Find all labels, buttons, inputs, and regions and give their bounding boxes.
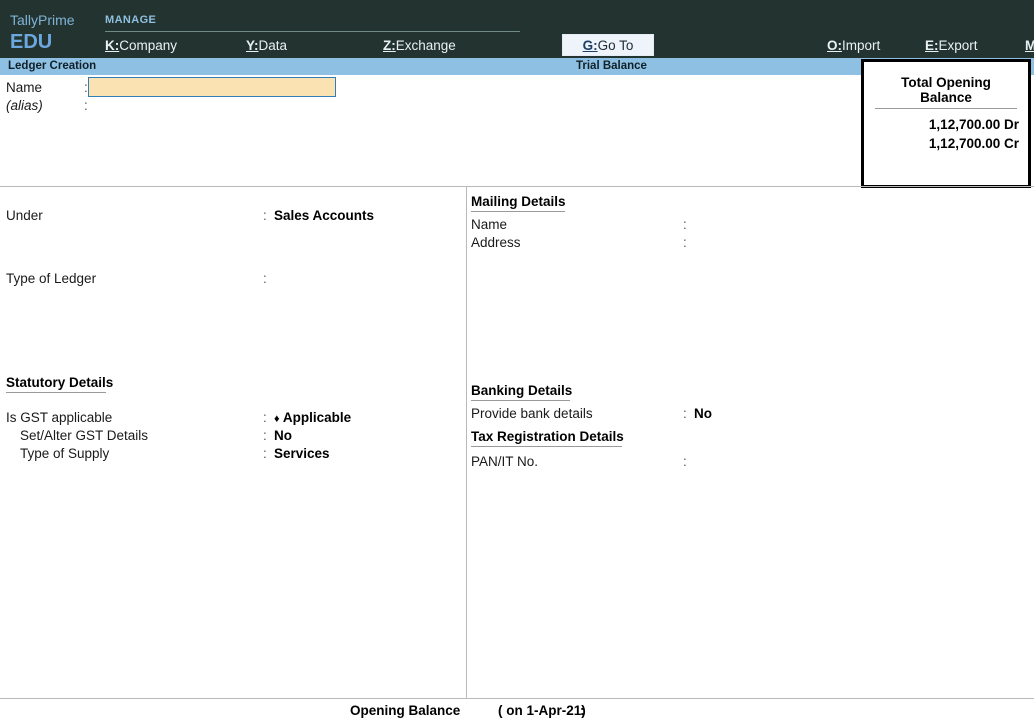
app-branding: TallyPrime EDU (10, 12, 98, 54)
goto-button-label: Go To (597, 37, 634, 53)
goto-shortcut-key-g: G: (582, 37, 598, 53)
set-alter-gst-colon: : (263, 428, 267, 443)
menu-shortcut-key-y: Y: (246, 38, 259, 53)
opening-balance-label: Opening Balance (350, 703, 461, 718)
mailing-name-label: Name (471, 217, 508, 232)
menu-shortcut-key-z: Z: (383, 38, 396, 53)
type-of-supply-label: Type of Supply (20, 446, 110, 461)
is-gst-applicable-value-text: Applicable (282, 410, 352, 425)
total-opening-balance-credit: 1,12,700.00 Cr (928, 136, 1019, 151)
is-gst-applicable-label: Is GST applicable (6, 410, 113, 425)
menu-item-export-label: Export (938, 38, 978, 53)
mailing-details-heading: Mailing Details (471, 194, 566, 212)
top-menu-bar: TallyPrime EDU MANAGE K:Company Y:Data Z… (0, 0, 1034, 58)
type-of-supply-colon: : (263, 446, 267, 461)
menu-item-import[interactable]: O:Import (827, 38, 880, 53)
set-alter-gst-label: Set/Alter GST Details (20, 428, 149, 443)
provide-bank-details-colon: : (683, 406, 687, 421)
total-opening-balance-title: Total Opening Balance (875, 75, 1017, 109)
type-of-supply-value[interactable]: Services (274, 446, 330, 461)
type-of-ledger-label: Type of Ledger (6, 271, 97, 286)
alias-field-label: (alias) (6, 98, 43, 113)
screen-title-left: Ledger Creation (8, 60, 97, 72)
opening-balance-date: ( on 1-Apr-21) (498, 703, 586, 718)
screen-title-center: Trial Balance (576, 60, 647, 72)
menu-item-truncated[interactable]: M (1025, 38, 1034, 53)
name-field-label: Name (6, 80, 43, 95)
provide-bank-details-value[interactable]: No (694, 406, 712, 421)
menu-item-exchange[interactable]: Z:Exchange (383, 38, 456, 53)
total-opening-balance-panel: Total Opening Balance 1,12,700.00 Dr 1,1… (861, 59, 1031, 188)
horizontal-divider-bottom (0, 698, 1034, 699)
menu-section-label: MANAGE (105, 14, 157, 26)
menu-item-company[interactable]: K:Company (105, 38, 177, 53)
brand-edition: EDU (10, 31, 53, 53)
set-alter-gst-value[interactable]: No (274, 428, 292, 443)
menu-item-company-label: Company (119, 38, 178, 53)
mailing-address-colon: : (683, 235, 687, 250)
pan-it-no-colon: : (683, 454, 687, 469)
menu-divider-line (105, 31, 520, 32)
truncated-shortcut-key-m: M (1025, 38, 1034, 53)
import-shortcut-key-o: O: (827, 38, 842, 53)
go-to-button[interactable]: G: Go To (562, 34, 654, 56)
menu-item-exchange-label: Exchange (395, 38, 456, 53)
opening-balance-colon: : (580, 703, 585, 718)
is-gst-applicable-colon: : (263, 410, 267, 425)
under-value[interactable]: Sales Accounts (274, 208, 374, 223)
menu-shortcut-key-k: K: (105, 38, 120, 53)
tallyprime-window: TallyPrime EDU MANAGE K:Company Y:Data Z… (0, 0, 1034, 721)
brand-name: TallyPrime (10, 12, 75, 28)
pan-it-no-label: PAN/IT No. (471, 454, 539, 469)
tax-registration-details-heading: Tax Registration Details (471, 429, 624, 447)
menu-item-export[interactable]: E:Export (925, 38, 978, 53)
is-gst-applicable-value[interactable]: ♦ Applicable (274, 410, 351, 425)
banking-details-heading: Banking Details (471, 383, 572, 401)
vertical-divider-middle (466, 187, 467, 698)
horizontal-divider-top (0, 186, 1034, 187)
menu-item-data-label: Data (258, 38, 288, 53)
type-of-ledger-colon: : (263, 271, 267, 286)
statutory-details-heading: Statutory Details (6, 375, 113, 393)
provide-bank-details-label: Provide bank details (471, 406, 593, 421)
menu-item-import-label: Import (842, 38, 881, 53)
menu-item-data[interactable]: Y:Data (246, 38, 287, 53)
name-input[interactable] (88, 77, 336, 97)
total-opening-balance-debit: 1,12,700.00 Dr (928, 117, 1019, 132)
under-label: Under (6, 208, 43, 223)
mailing-address-label: Address (471, 235, 521, 250)
diamond-bullet-icon: ♦ (274, 413, 280, 425)
mailing-name-colon: : (683, 217, 687, 232)
alias-field-colon: : (84, 98, 88, 113)
export-shortcut-key-e: E: (925, 38, 939, 53)
under-colon: : (263, 208, 267, 223)
